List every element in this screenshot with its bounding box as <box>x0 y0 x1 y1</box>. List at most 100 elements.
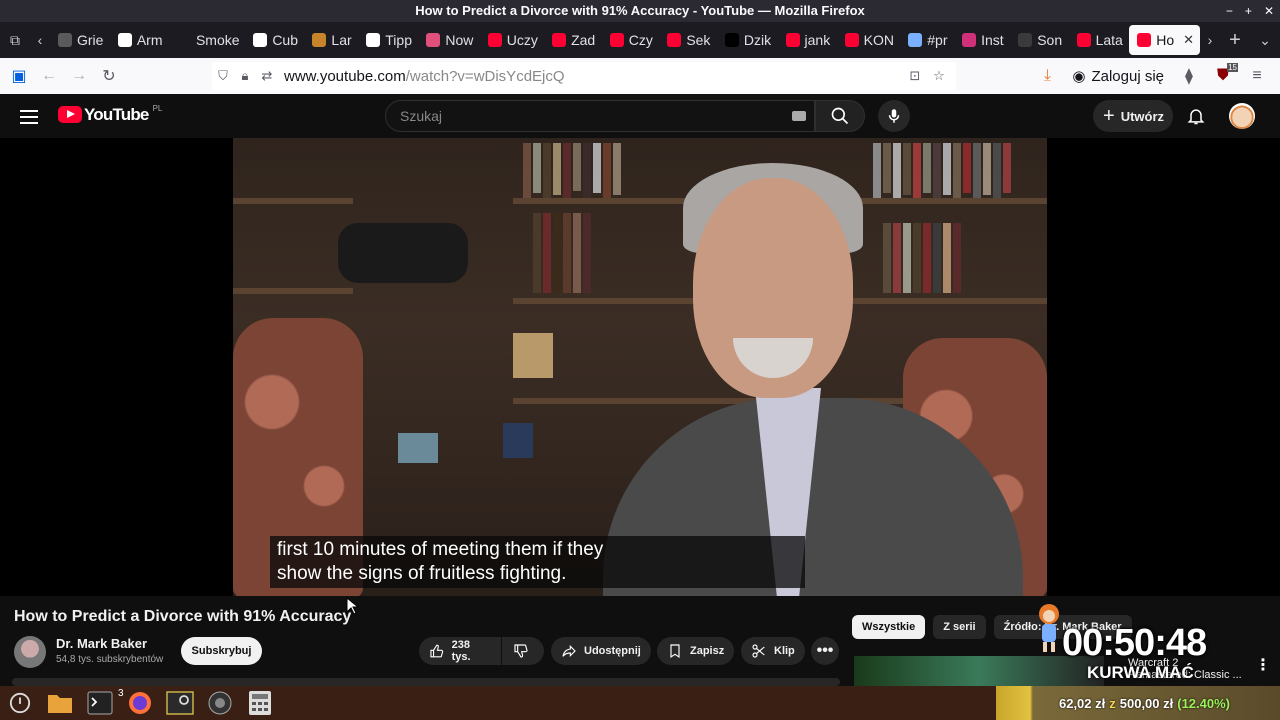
hamburger-menu-icon[interactable] <box>20 106 38 126</box>
save-button[interactable]: Zapisz <box>657 637 735 665</box>
video-title: How to Predict a Divorce with 91% Accura… <box>14 608 352 625</box>
chip-all[interactable]: Wszystkie <box>852 615 926 639</box>
create-button[interactable]: + Utwórz <box>1093 100 1173 132</box>
thumbs-up-icon <box>430 644 444 658</box>
donation-separator: z <box>1109 695 1116 711</box>
permissions-icon[interactable]: ⇄ <box>256 68 278 84</box>
extensions-icon[interactable]: ⧫ <box>1174 61 1204 91</box>
downloads-icon[interactable]: ⤓ <box>1032 61 1062 91</box>
like-button[interactable]: 238 tys. <box>419 637 501 665</box>
browser-tab[interactable]: Uczy <box>480 25 544 55</box>
channel-avatar[interactable] <box>14 636 46 668</box>
tab-favicon-icon <box>117 33 132 47</box>
browser-tab[interactable]: Cub <box>245 25 304 55</box>
firefox-icon[interactable] <box>123 688 157 718</box>
ublock-count: 15 <box>1227 63 1238 72</box>
tab-label: Lar <box>331 32 352 48</box>
browser-tab[interactable]: Smoke <box>169 25 245 55</box>
more-actions-button[interactable]: ••• <box>811 637 839 665</box>
youtube-logo[interactable]: YouTube PL <box>58 104 163 124</box>
browser-tab[interactable]: Lata <box>1069 25 1130 55</box>
login-button[interactable]: ◉ Zaloguj się <box>1066 67 1170 86</box>
browser-tab[interactable]: Sek <box>659 25 717 55</box>
files-icon[interactable] <box>43 688 77 718</box>
browser-tab[interactable]: Tipp <box>358 25 418 55</box>
new-tab-icon[interactable]: + <box>1220 22 1250 58</box>
tab-favicon-icon <box>312 33 327 47</box>
bookmark-icon <box>670 644 680 659</box>
sidebar-icon[interactable]: ▣ <box>4 61 34 91</box>
youtube-logo-text: YouTube <box>84 105 149 124</box>
login-label: Zaloguj się <box>1091 67 1164 85</box>
share-button[interactable]: Udostępnij <box>551 637 651 665</box>
back-icon[interactable]: ← <box>34 61 64 91</box>
browser-tab[interactable]: Grie <box>50 25 110 55</box>
scroll-tabs-right-icon[interactable]: › <box>1200 22 1220 58</box>
tab-favicon-icon <box>844 33 859 47</box>
subscribe-button[interactable]: Subskrybuj <box>181 637 262 665</box>
maximize-icon[interactable]: + <box>1245 0 1252 22</box>
url-text[interactable]: www.youtube.com/watch?v=wDisYcdEjcQ <box>284 68 565 85</box>
tab-label: Lata <box>1095 32 1123 48</box>
browser-tab[interactable]: Son <box>1010 25 1068 55</box>
forward-icon[interactable]: → <box>64 61 94 91</box>
video-player[interactable]: first 10 minutes of meeting them if they… <box>0 138 1280 596</box>
obs-icon[interactable] <box>203 688 237 718</box>
user-avatar[interactable] <box>1229 103 1255 129</box>
notifications-bell-icon[interactable] <box>1186 106 1206 126</box>
search-input[interactable]: Szukaj <box>385 100 815 132</box>
terminal-icon[interactable] <box>83 688 117 718</box>
tab-favicon-icon <box>487 33 502 47</box>
browser-tab[interactable]: Dzik <box>717 25 778 55</box>
tab-favicon-icon <box>609 33 624 47</box>
browser-tab[interactable]: Inst <box>954 25 1010 55</box>
browser-tab[interactable]: Zad <box>544 25 602 55</box>
power-icon[interactable] <box>3 688 37 718</box>
search-button[interactable] <box>815 100 865 132</box>
tab-label: Smoke <box>195 32 240 48</box>
minimize-icon[interactable]: − <box>1226 0 1233 22</box>
url-path: /watch?v=wDisYcdEjcQ <box>405 67 565 85</box>
browser-tab[interactable]: #pr <box>900 25 954 55</box>
tab-menu-icon[interactable]: ⌄ <box>1250 22 1280 58</box>
steam-icon[interactable] <box>163 688 197 718</box>
youtube-play-icon <box>58 106 82 123</box>
tracking-shield-icon[interactable]: ⛉ <box>212 68 234 84</box>
tab-close-icon[interactable]: ✕ <box>1183 32 1194 48</box>
scroll-tabs-left-icon[interactable]: ‹ <box>30 22 50 58</box>
lock-icon[interactable]: 🔒︎ <box>234 68 256 84</box>
country-code: PL <box>152 104 163 113</box>
tab-favicon-icon <box>1137 33 1152 47</box>
close-window-icon[interactable]: ✕ <box>1264 0 1274 22</box>
ublock-icon[interactable]: ⛊ 15 <box>1208 61 1238 91</box>
browser-tab[interactable]: Now <box>418 25 479 55</box>
browser-tab[interactable]: jank <box>778 25 837 55</box>
tab-label: Zad <box>571 32 596 48</box>
account-icon: ◉ <box>1072 68 1086 85</box>
browser-tab[interactable]: KON <box>837 25 901 55</box>
clip-button[interactable]: Klip <box>741 637 805 665</box>
channel-name[interactable]: Dr. Mark Baker <box>56 636 147 651</box>
browser-tab[interactable]: Lar <box>304 25 358 55</box>
tab-label: jank <box>804 32 831 48</box>
calculator-icon[interactable] <box>243 688 277 718</box>
reader-view-icon[interactable]: ⊡ <box>904 68 926 84</box>
url-bar[interactable]: ⛉ 🔒︎ ⇄ www.youtube.com/watch?v=wDisYcdEj… <box>212 62 956 90</box>
browser-tab[interactable]: Arm <box>110 25 169 55</box>
tab-label: Czy <box>628 32 653 48</box>
video-frame[interactable] <box>233 138 1047 596</box>
voice-search-button[interactable] <box>878 100 910 132</box>
tab-overview-icon[interactable]: ⧉ <box>0 22 30 58</box>
tab-label: Dzik <box>743 32 772 48</box>
search-placeholder: Szukaj <box>400 108 443 124</box>
related-video-menu-icon[interactable]: ⋮ <box>1255 655 1271 675</box>
browser-tab[interactable]: Czy <box>602 25 660 55</box>
dislike-button[interactable] <box>502 637 544 665</box>
keyboard-icon[interactable] <box>792 111 806 121</box>
menu-icon[interactable]: ≡ <box>1242 61 1272 91</box>
donation-goal: 500,00 zł <box>1119 695 1174 711</box>
chip-series[interactable]: Z serii <box>933 615 986 639</box>
bookmark-star-icon[interactable]: ☆ <box>928 68 950 84</box>
reload-icon[interactable]: ↻ <box>94 61 124 91</box>
browser-tab[interactable]: Ho ✕ <box>1129 25 1200 55</box>
